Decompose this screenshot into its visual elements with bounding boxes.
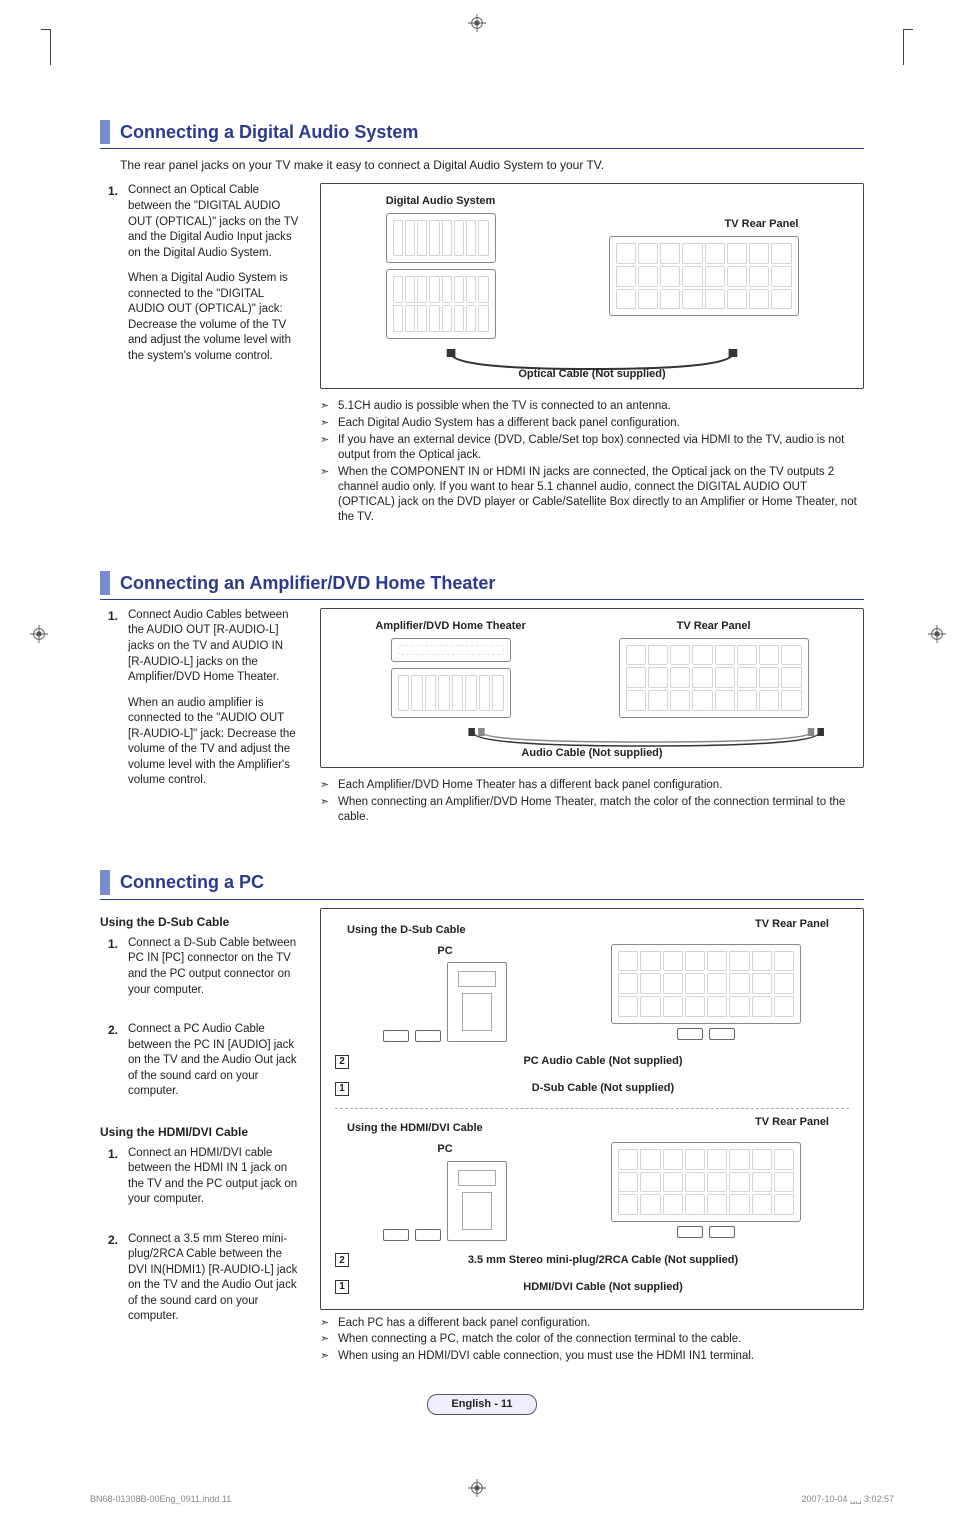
step: 2. Connect a 3.5 mm Stereo mini-plug/2RC… — [100, 1232, 300, 1335]
cable-label: D-Sub Cable (Not supplied) — [532, 1081, 674, 1096]
section-pc: Connecting a PC Using the D-Sub Cable 1.… — [100, 870, 864, 1368]
cable-number-badge: 1 — [335, 1082, 349, 1096]
digital-audio-system-icon — [386, 213, 496, 263]
cable-label: HDMI/DVI Cable (Not supplied) — [523, 1280, 683, 1295]
step: 2. Connect a PC Audio Cable between the … — [100, 1022, 300, 1110]
device-label: TV Rear Panel — [725, 217, 799, 232]
plug-icon — [709, 1226, 735, 1238]
section-intro: The rear panel jacks on your TV make it … — [120, 157, 864, 173]
note-item: Each PC has a different back panel confi… — [320, 1316, 864, 1331]
device-label: TV Rear Panel — [677, 619, 751, 634]
plug-icon — [415, 1030, 441, 1042]
section-title: Connecting a PC — [100, 870, 864, 894]
step-text: Connect Audio Cables between the AUDIO O… — [128, 608, 300, 686]
cable-number-badge: 2 — [335, 1055, 349, 1069]
figure-sub-title: Using the D-Sub Cable — [347, 923, 466, 938]
notes-list: Each PC has a different back panel confi… — [320, 1316, 864, 1365]
page-number-badge: English - 11 — [427, 1394, 537, 1415]
step: 1. Connect a D-Sub Cable between PC IN [… — [100, 936, 300, 1008]
step-text: Connect a D-Sub Cable between PC IN [PC]… — [128, 936, 300, 998]
plug-icon — [677, 1028, 703, 1040]
tv-rear-panel-icon — [611, 1142, 801, 1222]
step-number: 1. — [100, 936, 118, 1008]
plug-icon — [677, 1226, 703, 1238]
figure-sub-title: Using the HDMI/DVI Cable — [347, 1121, 483, 1136]
note-item: 5.1CH audio is possible when the TV is c… — [320, 399, 864, 414]
cable-label: 3.5 mm Stereo mini-plug/2RCA Cable (Not … — [468, 1253, 738, 1268]
cable-row: 2 3.5 mm Stereo mini-plug/2RCA Cable (No… — [335, 1249, 849, 1272]
device-label: Digital Audio System — [386, 194, 496, 209]
step: 1. Connect an HDMI/DVI cable between the… — [100, 1146, 300, 1218]
sub-heading: Using the D-Sub Cable — [100, 914, 300, 930]
step-number: 1. — [100, 183, 118, 374]
footer-timestamp: 2007-10-04 ␣␣ 3:02:57 — [802, 1493, 895, 1505]
step-text: Connect an HDMI/DVI cable between the HD… — [128, 1146, 300, 1208]
title-rule — [100, 899, 864, 900]
figure-amplifier: Amplifier/DVD Home Theater TV Rear Panel… — [320, 608, 864, 768]
note-item: When the COMPONENT IN or HDMI IN jacks a… — [320, 465, 864, 525]
step-number: 1. — [100, 608, 118, 799]
footer-file: BN68-01308B-00Eng_0911.indd 11 — [90, 1493, 231, 1505]
section-amplifier: Connecting an Amplifier/DVD Home Theater… — [100, 571, 864, 845]
note-item: When connecting an Amplifier/DVD Home Th… — [320, 795, 864, 825]
tv-rear-panel-icon — [609, 236, 799, 316]
notes-list: Each Amplifier/DVD Home Theater has a di… — [320, 778, 864, 825]
step-number: 1. — [100, 1146, 118, 1218]
device-label: Amplifier/DVD Home Theater — [375, 619, 525, 634]
amplifier-rear-icon — [391, 668, 511, 718]
title-rule — [100, 599, 864, 600]
cable-label: PC Audio Cable (Not supplied) — [523, 1054, 682, 1069]
section-title: Connecting a Digital Audio System — [100, 120, 864, 144]
note-item: Each Amplifier/DVD Home Theater has a di… — [320, 778, 864, 793]
section-title: Connecting an Amplifier/DVD Home Theater — [100, 571, 864, 595]
pc-tower-icon — [447, 962, 507, 1042]
cable-row: 1 HDMI/DVI Cable (Not supplied) — [335, 1276, 849, 1299]
sub-heading: Using the HDMI/DVI Cable — [100, 1124, 300, 1140]
note-item: If you have an external device (DVD, Cab… — [320, 433, 864, 463]
note-item: When connecting a PC, match the color of… — [320, 1332, 864, 1347]
optical-cable-icon — [321, 349, 863, 373]
print-footer: BN68-01308B-00Eng_0911.indd 11 2007-10-0… — [90, 1493, 894, 1505]
device-label: TV Rear Panel — [755, 917, 829, 932]
cable-row: 2 PC Audio Cable (Not supplied) — [335, 1050, 849, 1073]
note-item: Each Digital Audio System has a differen… — [320, 416, 864, 431]
audio-cable-icon — [321, 728, 863, 752]
note-item: When using an HDMI/DVI cable connection,… — [320, 1349, 864, 1364]
step: 1. Connect Audio Cables between the AUDI… — [100, 608, 300, 799]
cable-row: 1 D-Sub Cable (Not supplied) — [335, 1077, 849, 1100]
amplifier-front-icon — [391, 638, 511, 662]
step-text: When an audio amplifier is connected to … — [128, 696, 300, 789]
plug-icon — [383, 1229, 409, 1241]
section-digital-audio: Connecting a Digital Audio System The re… — [100, 120, 864, 545]
tv-rear-panel-icon — [611, 944, 801, 1024]
device-label: PC — [437, 1142, 452, 1157]
title-rule — [100, 148, 864, 149]
pc-tower-icon — [447, 1161, 507, 1241]
figure-digital-audio: Digital Audio System TV Rear Panel O — [320, 183, 864, 389]
device-label: TV Rear Panel — [755, 1115, 829, 1130]
plug-icon — [709, 1028, 735, 1040]
step-text: Connect a 3.5 mm Stereo mini-plug/2RCA C… — [128, 1232, 300, 1325]
step-text: Connect a PC Audio Cable between the PC … — [128, 1022, 300, 1100]
step-text: Connect an Optical Cable between the "DI… — [128, 183, 300, 261]
plug-icon — [415, 1229, 441, 1241]
step-text: When a Digital Audio System is connected… — [128, 271, 300, 364]
cable-number-badge: 2 — [335, 1253, 349, 1267]
device-label: PC — [437, 944, 452, 959]
notes-list: 5.1CH audio is possible when the TV is c… — [320, 399, 864, 525]
digital-audio-rear-icon — [386, 269, 496, 339]
step: 1. Connect an Optical Cable between the … — [100, 183, 300, 374]
plug-icon — [383, 1030, 409, 1042]
cable-number-badge: 1 — [335, 1280, 349, 1294]
step-number: 2. — [100, 1232, 118, 1335]
step-number: 2. — [100, 1022, 118, 1110]
tv-rear-panel-icon — [619, 638, 809, 718]
figure-pc: Using the D-Sub Cable TV Rear Panel PC — [320, 908, 864, 1310]
